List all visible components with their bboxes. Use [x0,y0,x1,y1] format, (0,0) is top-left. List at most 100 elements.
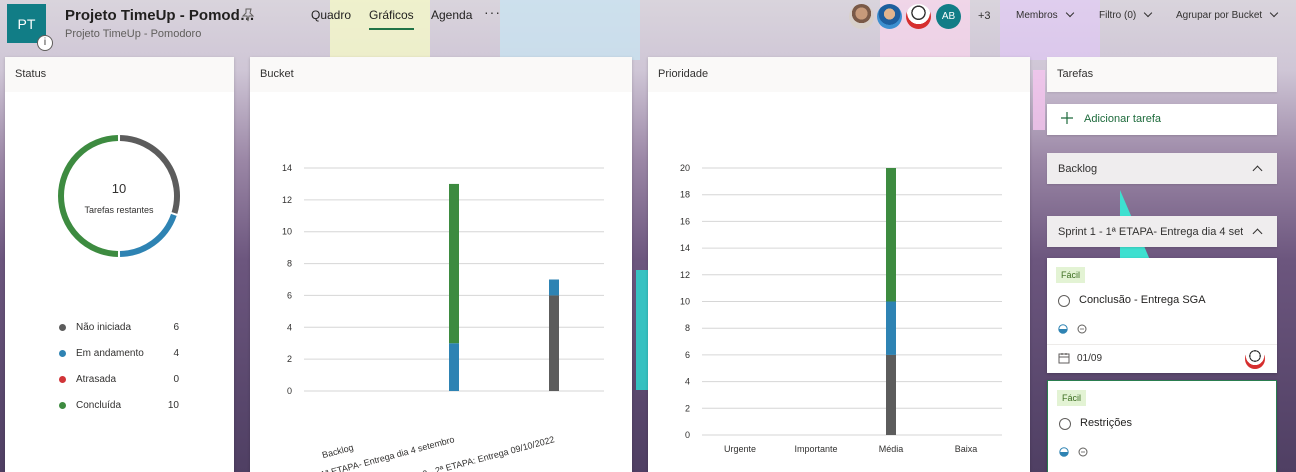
task-card[interactable]: Fácil Conclusão - Entrega SGA 01/09 [1047,258,1277,373]
legend-value: 4 [173,348,179,359]
legend-value: 0 [173,374,179,385]
legend-item[interactable]: Em andamento 4 [59,348,209,374]
legend-item[interactable]: Não iniciada 6 [59,322,209,348]
y-tick-label: 0 [287,386,292,396]
status-donut-chart: 10 Tarefas restantes [58,135,180,257]
task-title[interactable]: Restrições [1080,417,1132,429]
divider [1047,344,1277,345]
legend-dot [59,402,66,409]
legend-value: 10 [167,400,179,411]
tab-agenda[interactable]: Agenda [431,8,472,28]
donut-segment [119,213,177,257]
task-card[interactable]: Fácil Restrições [1047,380,1277,472]
bar-segment [886,301,896,355]
complete-checkbox[interactable] [1058,295,1070,307]
y-tick-label: 2 [685,403,690,413]
chevron-up-icon[interactable] [1252,228,1263,239]
members-button[interactable]: Membros [1016,8,1074,21]
legend-label: Em andamento [76,348,144,359]
bucket-card: Bucket 0 2 4 6 8 10 12 14 Backlog Sprint 1 - 1ª E… [250,57,632,472]
plus-icon [1061,112,1073,124]
y-tick-label: 8 [287,259,292,269]
bar-segment [449,183,459,344]
add-task-label: Adicionar tarefa [1084,113,1162,125]
x-tick-label: Urgente [724,444,756,454]
progress-icon[interactable] [1059,447,1069,457]
status-card: Status 10 Tarefas restantes Não iniciada… [5,57,234,472]
progress-icon[interactable] [1058,324,1068,334]
group-backlog[interactable]: Backlog [1047,153,1277,184]
header: PT i Projeto TimeUp - Pomod… Projeto Tim… [0,0,1296,52]
bar-segment [549,279,559,296]
group-by-button[interactable]: Agrupar por Bucket [1176,8,1279,21]
status-title: Status [5,57,234,92]
assignee-avatar[interactable] [1245,349,1265,369]
tab-graficos[interactable]: Gráficos [369,8,414,30]
y-tick-label: 4 [685,377,690,387]
y-tick-label: 6 [685,350,690,360]
donut-segment [58,135,119,257]
chevron-down-icon [1269,8,1279,18]
bar-segment [449,343,459,391]
priority-bar-chart: 0 2 4 6 8 10 12 14 16 18 20 Urgente Importante Média B… [680,163,1002,454]
y-tick-label: 2 [287,354,292,364]
legend-label: Não iniciada [76,322,132,333]
y-tick-label: 12 [282,195,292,205]
tab-quadro[interactable]: Quadro [311,8,351,28]
x-tick-label: Média [879,444,904,454]
remaining-count: 10 [112,181,126,196]
group-by-label: Agrupar por Bucket [1176,10,1263,21]
comment-icon[interactable] [1077,324,1087,334]
legend-label: Atrasada [76,374,117,385]
calendar-icon [1058,353,1070,364]
y-tick-label: 20 [680,163,690,173]
group-sprint-1[interactable]: Sprint 1 - 1ª ETAPA- Entrega dia 4 setem… [1047,216,1277,247]
member-avatar[interactable] [849,4,874,29]
priority-title: Prioridade [648,57,1030,92]
more-options-icon[interactable]: ··· [484,4,501,20]
legend-item[interactable]: Concluída 10 [59,400,209,426]
y-tick-label: 6 [287,290,292,300]
y-tick-label: 14 [282,163,292,173]
add-task-button[interactable]: Adicionar tarefa [1047,104,1277,135]
member-avatar[interactable] [906,4,931,29]
bar-segment [886,354,896,435]
bucket-title: Bucket [250,57,632,92]
y-tick-label: 0 [685,430,690,440]
filter-button[interactable]: Filtro (0) [1099,8,1153,21]
y-tick-label: 16 [680,216,690,226]
complete-checkbox[interactable] [1059,418,1071,430]
plan-subtitle: Projeto TimeUp - Pomodoro [65,28,202,40]
legend-item[interactable]: Atrasada 0 [59,374,209,400]
label-chip: Fácil [1056,267,1086,283]
member-avatar[interactable] [877,4,902,29]
y-tick-label: 8 [685,323,690,333]
info-icon[interactable]: i [37,35,53,51]
legend-dot [59,324,66,331]
members-label: Membros [1016,10,1058,21]
legend-label: Concluída [76,400,122,411]
task-title[interactable]: Conclusão - Entrega SGA [1079,294,1206,306]
extra-members-count[interactable]: +3 [978,10,991,22]
y-tick-label: 10 [680,297,690,307]
remaining-label: Tarefas restantes [84,205,154,215]
legend-dot [59,350,66,357]
chevron-down-icon [1143,8,1153,18]
plan-title[interactable]: Projeto TimeUp - Pomod… [65,7,255,24]
filter-label: Filtro (0) [1099,10,1137,21]
pin-icon[interactable] [240,7,256,23]
comment-icon[interactable] [1078,447,1088,457]
x-tick-label: Baixa [955,444,978,454]
bucket-bar-chart: 02468101214BacklogSprint 1 - 1ª ETAPA- E… [282,163,604,472]
y-tick-label: 4 [287,322,292,332]
chevron-up-icon[interactable] [1252,165,1263,176]
priority-card: Prioridade 0 2 4 6 8 10 12 14 16 18 20 Urgente Impor… [648,57,1030,472]
status-legend: Não iniciada 6 Em andamento 4 Atrasada 0… [59,322,209,426]
y-tick-label: 14 [680,243,690,253]
member-avatar[interactable]: AB [936,4,961,29]
bar-segment [549,295,559,391]
y-tick-label: 18 [680,190,690,200]
donut-segment [119,135,180,214]
x-tick-label: Backlog [321,442,355,460]
chevron-down-icon [1065,8,1074,18]
